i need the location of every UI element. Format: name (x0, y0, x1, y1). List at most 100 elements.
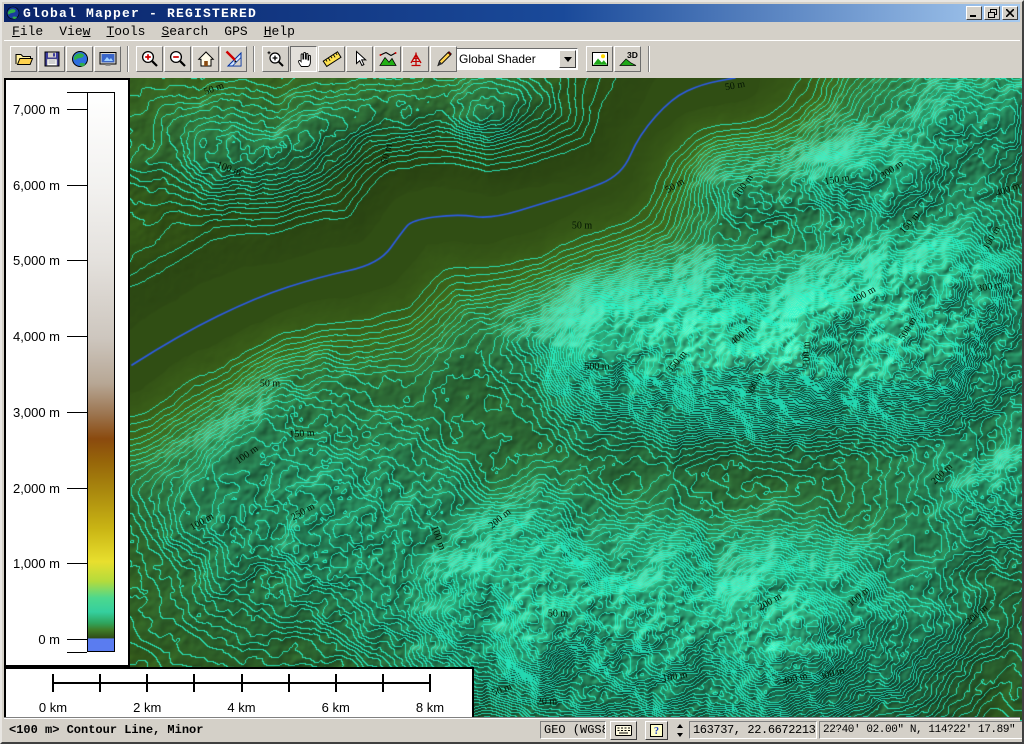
menu-item-file[interactable]: File (4, 23, 51, 40)
select-tool-button[interactable] (346, 46, 373, 72)
close-icon (1006, 9, 1014, 17)
close-button[interactable] (1002, 6, 1018, 20)
coordinate-spinner[interactable] (674, 722, 686, 739)
menu-item-view[interactable]: View (51, 23, 98, 40)
raster-image-button[interactable] (586, 46, 613, 72)
scale-label: 0 km (39, 700, 67, 715)
help-button[interactable]: ? (645, 721, 668, 740)
digitizer-icon (434, 49, 454, 69)
minimize-button[interactable] (966, 6, 982, 20)
menu-item-help[interactable]: Help (256, 23, 303, 40)
viewshed-button[interactable] (402, 46, 429, 72)
menu-item-tools[interactable]: Tools (98, 23, 153, 40)
chevron-down-icon (564, 57, 572, 62)
screen-capture-icon (98, 49, 118, 69)
measure-tool-button[interactable] (318, 46, 345, 72)
cursor-coordinates: 163737, 22.66722137 ) (689, 721, 817, 739)
svg-text:3D: 3D (627, 50, 638, 60)
scale-tick (382, 674, 384, 692)
scale-bar: 0 km2 km4 km6 km8 km (4, 667, 474, 721)
projection-status: GEO (WGS84 (540, 721, 606, 739)
menubar: FileViewToolsSearchGPSHelp (4, 22, 1020, 40)
toolbar: Global Shader 3D (4, 40, 1020, 78)
pan-tool-button[interactable] (290, 46, 317, 72)
zoom-tool-button[interactable] (262, 46, 289, 72)
select-tool-icon (350, 49, 370, 69)
legend-label: 7,000 m (13, 102, 60, 117)
scale-tick (99, 674, 101, 692)
legend-end-tick (67, 92, 87, 93)
scale-tick (146, 674, 148, 692)
zoom-out-button[interactable] (164, 46, 191, 72)
legend-tick (67, 336, 87, 337)
shader-dropdown-button[interactable] (559, 50, 576, 68)
save-button[interactable] (38, 46, 65, 72)
legend-label: 3,000 m (13, 405, 60, 420)
scale-label: 4 km (227, 700, 255, 715)
globe-icon (70, 49, 90, 69)
toolbar-separator (127, 46, 129, 72)
setsquare-pencil-icon (224, 49, 244, 69)
map-view[interactable] (130, 78, 1024, 721)
viewshed-icon (406, 49, 426, 69)
legend-end-tick (67, 652, 87, 653)
legend-tick (67, 412, 87, 413)
scale-tick (193, 674, 195, 692)
setsquare-pencil-button[interactable] (220, 46, 247, 72)
open-button[interactable] (10, 46, 37, 72)
3d-view-button[interactable]: 3D (614, 46, 641, 72)
scale-tick (288, 674, 290, 692)
elevation-gradient-bar (87, 92, 115, 652)
global-mapper-window: Global Mapper - REGISTERED FileViewTools… (0, 0, 1024, 744)
legend-label: 1,000 m (13, 556, 60, 571)
help-icon: ? (650, 724, 663, 737)
scale-tick (429, 674, 431, 692)
spinner-down-icon[interactable] (677, 733, 683, 737)
save-icon (42, 49, 62, 69)
legend-label: 2,000 m (13, 481, 60, 496)
3d-view-icon: 3D (618, 49, 638, 69)
restore-icon (988, 9, 997, 18)
legend-label: 0 m (38, 632, 60, 647)
spinner-up-icon[interactable] (677, 724, 683, 728)
menu-item-search[interactable]: Search (153, 23, 216, 40)
minimize-icon (970, 9, 978, 17)
toolbar-separator (253, 46, 255, 72)
scale-tick (335, 674, 337, 692)
shader-select-value: Global Shader (455, 52, 558, 66)
statusbar: <100 m> Contour Line, Minor GEO (WGS84 ?… (4, 717, 1020, 740)
scale-label: 2 km (133, 700, 161, 715)
legend-tick (67, 260, 87, 261)
window-title: Global Mapper - REGISTERED (23, 6, 257, 21)
home-icon (196, 49, 216, 69)
restore-button[interactable] (984, 6, 1000, 20)
menu-item-gps[interactable]: GPS (216, 23, 255, 40)
globe-button[interactable] (66, 46, 93, 72)
open-icon (14, 49, 34, 69)
svg-text:?: ? (654, 726, 659, 737)
zoom-in-icon (140, 49, 160, 69)
keyboard-icon (615, 725, 632, 736)
digitizer-button[interactable] (430, 46, 457, 72)
zoom-in-button[interactable] (136, 46, 163, 72)
home-button[interactable] (192, 46, 219, 72)
zoom-out-icon (168, 49, 188, 69)
path-profile-icon (378, 49, 398, 69)
scale-tick (52, 674, 54, 692)
scale-tick (241, 674, 243, 692)
toolbar-separator (648, 46, 650, 72)
legend-tick (67, 563, 87, 564)
legend-tick (67, 488, 87, 489)
legend-tick (67, 185, 87, 186)
legend-label: 4,000 m (13, 329, 60, 344)
path-profile-button[interactable] (374, 46, 401, 72)
pan-tool-icon (294, 49, 314, 69)
coordinate-format-button[interactable] (610, 721, 637, 740)
scale-label: 8 km (416, 700, 444, 715)
screen-capture-button[interactable] (94, 46, 121, 72)
titlebar[interactable]: Global Mapper - REGISTERED (4, 4, 1020, 22)
zoom-tool-icon (266, 49, 286, 69)
measure-tool-icon (322, 49, 342, 69)
feature-status-text: <100 m> Contour Line, Minor (5, 721, 537, 739)
shader-select[interactable]: Global Shader (454, 48, 578, 70)
